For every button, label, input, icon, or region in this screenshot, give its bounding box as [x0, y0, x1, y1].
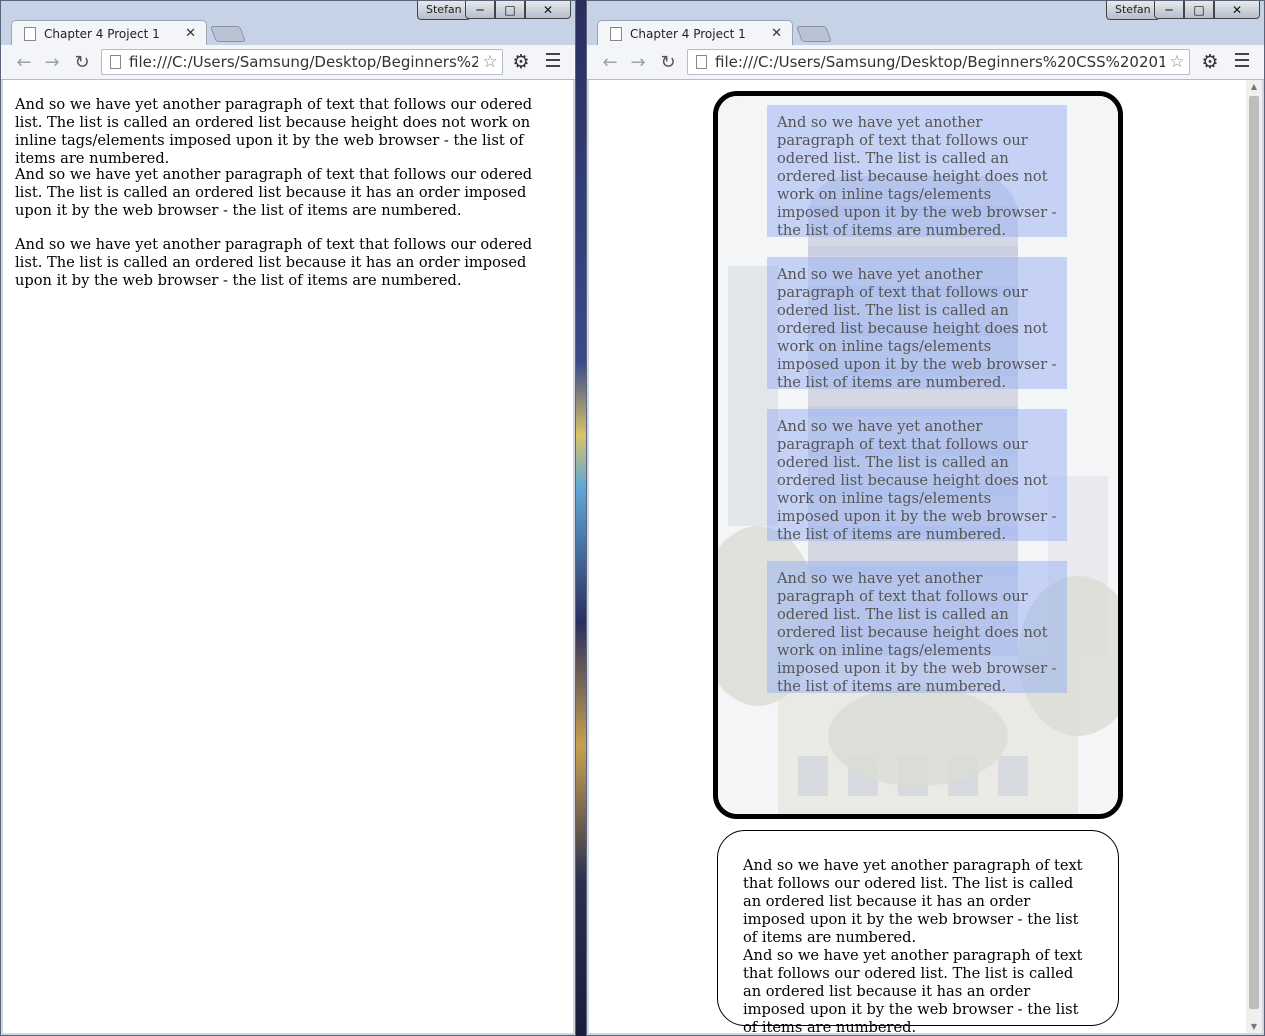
paragraph: And so we have yet another paragraph of …	[15, 166, 533, 219]
address-bar[interactable]: file:///C:/Users/Samsung/Desktop/Beginne…	[687, 49, 1190, 75]
arrow-right-icon[interactable]: →	[627, 51, 649, 73]
hamburger-menu-icon[interactable]	[1235, 53, 1249, 67]
page-icon	[110, 55, 121, 69]
page-content: And so we have yet another paragraph of …	[3, 80, 573, 1033]
scrollbar-thumb[interactable]	[1249, 96, 1259, 1009]
title-bar[interactable]: Stefan ─ □ ✕ Chapter 4 Project 1 ✕	[1, 1, 575, 46]
text-box: And so we have yet another paragraph of …	[767, 409, 1067, 543]
minimize-icon[interactable]: ─	[1154, 1, 1184, 19]
gear-icon[interactable]: ⚙	[510, 51, 532, 73]
paragraph: And so we have yet another paragraph of …	[15, 96, 533, 167]
tab-chapter-4-project-1[interactable]: Chapter 4 Project 1 ✕	[11, 20, 207, 46]
tab-title: Chapter 4 Project 1	[44, 26, 160, 41]
maximize-icon[interactable]: □	[495, 1, 525, 19]
reload-icon[interactable]: ↻	[657, 51, 679, 73]
new-tab-button[interactable]	[796, 26, 832, 42]
arrow-right-icon[interactable]: →	[41, 51, 63, 73]
page-icon	[610, 26, 622, 41]
gear-icon[interactable]: ⚙	[1199, 51, 1221, 73]
toolbar: ← → ↻ file:///C:/Users/Samsung/Desktop/B…	[587, 45, 1264, 80]
footer-paragraph: And so we have yet another paragraph of …	[743, 857, 1083, 946]
tab-close-icon[interactable]: ✕	[771, 26, 782, 41]
arrow-left-icon[interactable]: ←	[13, 51, 35, 73]
browser-window-right[interactable]: Stefan ─ □ ✕ Chapter 4 Project 1 ✕ ← → ↻…	[586, 0, 1265, 1036]
tab-close-icon[interactable]: ✕	[185, 26, 196, 41]
tab-title: Chapter 4 Project 1	[630, 26, 746, 41]
reload-icon[interactable]: ↻	[71, 51, 93, 73]
page-icon	[24, 26, 36, 41]
new-tab-button[interactable]	[210, 26, 246, 42]
profile-badge[interactable]: Stefan	[417, 1, 471, 20]
text-box: And so we have yet another paragraph of …	[767, 105, 1067, 239]
url-text[interactable]: file:///C:/Users/Samsung/Desktop/Beginne…	[715, 53, 1165, 71]
rounded-image-panel: And so we have yet another paragraph of …	[713, 91, 1123, 819]
tab-chapter-4-project-1[interactable]: Chapter 4 Project 1 ✕	[597, 20, 793, 46]
star-icon[interactable]: ☆	[478, 52, 502, 72]
scroll-up-icon[interactable]: ▲	[1246, 82, 1262, 91]
hamburger-menu-icon[interactable]	[546, 53, 560, 67]
title-bar[interactable]: Stefan ─ □ ✕ Chapter 4 Project 1 ✕	[587, 1, 1264, 46]
text-box: And so we have yet another paragraph of …	[767, 561, 1067, 695]
toolbar: ← → ↻ file:///C:/Users/Samsung/Desktop/B…	[1, 45, 575, 80]
paragraph: And so we have yet another paragraph of …	[15, 236, 533, 289]
page-content: And so we have yet another paragraph of …	[589, 80, 1262, 1033]
close-icon[interactable]: ✕	[525, 1, 571, 19]
profile-badge[interactable]: Stefan	[1106, 1, 1160, 20]
url-text[interactable]: file:///C:/Users/Samsung/Desktop/Beginne…	[129, 53, 478, 71]
address-bar[interactable]: file:///C:/Users/Samsung/Desktop/Beginne…	[101, 49, 503, 75]
arrow-left-icon[interactable]: ←	[599, 51, 621, 73]
minimize-icon[interactable]: ─	[465, 1, 495, 19]
text-box: And so we have yet another paragraph of …	[767, 257, 1067, 391]
vertical-scrollbar[interactable]: ▲ ▼	[1246, 80, 1262, 1033]
footer-text-box: And so we have yet another paragraph of …	[717, 830, 1119, 1033]
star-icon[interactable]: ☆	[1165, 52, 1189, 72]
scroll-down-icon[interactable]: ▼	[1246, 1022, 1262, 1031]
close-icon[interactable]: ✕	[1214, 1, 1260, 19]
maximize-icon[interactable]: □	[1184, 1, 1214, 19]
browser-window-left[interactable]: Stefan ─ □ ✕ Chapter 4 Project 1 ✕ ← → ↻…	[0, 0, 576, 1036]
page-icon	[696, 55, 707, 69]
footer-paragraph: And so we have yet another paragraph of …	[743, 947, 1083, 1033]
